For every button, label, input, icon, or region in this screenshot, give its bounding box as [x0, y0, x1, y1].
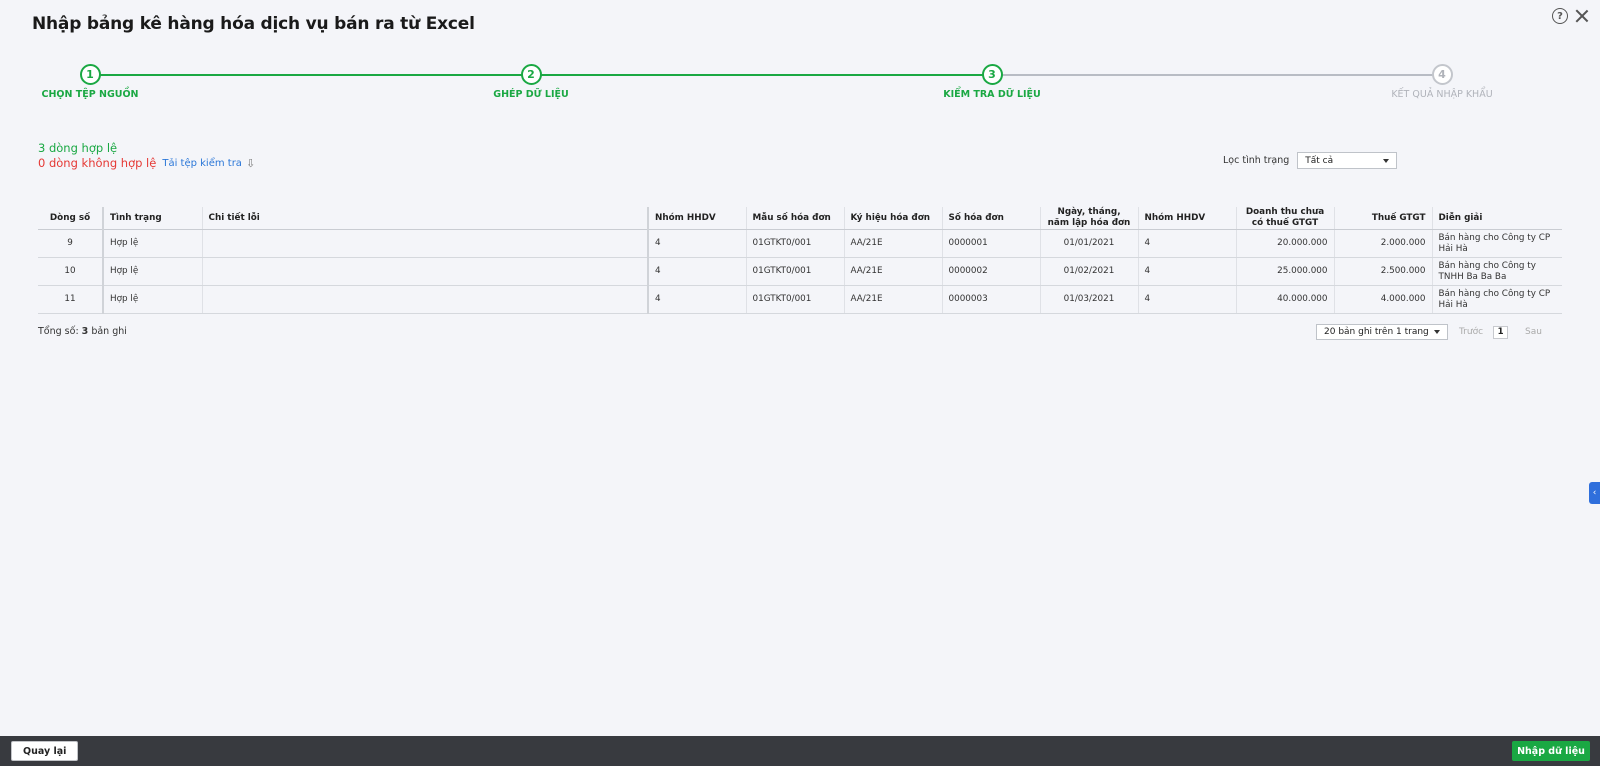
- cell-error: [201, 285, 648, 314]
- prev-page-button[interactable]: Trước: [1459, 327, 1483, 337]
- next-page-button[interactable]: Sau: [1525, 327, 1542, 337]
- download-icon: ⇩: [245, 156, 256, 170]
- cell-form: 01GTKT0/001: [745, 257, 844, 286]
- cell-date: 01/01/2021: [1039, 229, 1138, 258]
- page-number-button[interactable]: 1: [1493, 325, 1509, 339]
- close-icon[interactable]: [1574, 8, 1590, 24]
- check-data-table: Dòng số Tình trạng Chi tiết lỗi Nhóm HHD…: [38, 207, 1562, 314]
- bottom-action-bar: Quay lại Nhập dữ liệu: [0, 736, 1600, 766]
- import-data-button[interactable]: Nhập dữ liệu: [1512, 741, 1590, 761]
- chevron-left-icon[interactable]: ‹: [1589, 482, 1600, 504]
- col-error-detail: Chi tiết lỗi: [201, 207, 648, 230]
- step-check-data: 3 KIỂM TRA DỮ LIỆU: [902, 64, 1082, 100]
- cell-group-2: 4: [1137, 257, 1236, 286]
- table-row[interactable]: 11 Hợp lệ 4 01GTKT0/001 AA/21E 0000003 0…: [38, 285, 1562, 314]
- cell-vat: 2.500.000: [1333, 257, 1432, 286]
- cell-description: Bán hàng cho Công ty CP Hải Hà: [1431, 229, 1562, 258]
- step-label: KẾT QUẢ NHẬP KHẨU: [1391, 89, 1493, 100]
- back-button[interactable]: Quay lại: [11, 741, 79, 761]
- cell-vat: 2.000.000: [1333, 229, 1432, 258]
- status-filter-select[interactable]: Tất cả: [1297, 152, 1398, 169]
- cell-number: 0000001: [941, 229, 1040, 258]
- cell-status: Hợp lệ: [102, 285, 202, 314]
- cell-number: 0000002: [941, 257, 1040, 286]
- cell-group: 4: [647, 285, 746, 314]
- cell-form: 01GTKT0/001: [745, 285, 844, 314]
- cell-revenue: 25.000.000: [1235, 257, 1334, 286]
- col-invoice-number: Số hóa đơn: [941, 207, 1040, 230]
- cell-symbol: AA/21E: [843, 257, 942, 286]
- top-icons: ?: [1552, 8, 1590, 24]
- cell-status: Hợp lệ: [102, 257, 202, 286]
- cell-form: 01GTKT0/001: [745, 229, 844, 258]
- download-link-label: Tải tệp kiểm tra: [162, 157, 242, 169]
- cell-group: 4: [647, 229, 746, 258]
- total-prefix: Tổng số:: [38, 326, 82, 337]
- step-map-data: 2 GHÉP DỮ LIỆU: [441, 64, 621, 100]
- filter-label: Lọc tình trạng: [1223, 155, 1290, 166]
- valid-row-count: 3 dòng hợp lệ: [38, 141, 118, 155]
- status-filter: Lọc tình trạng Tất cả: [1223, 152, 1398, 169]
- help-icon[interactable]: ?: [1552, 8, 1568, 24]
- cell-group: 4: [647, 257, 746, 286]
- table-header-row: Dòng số Tình trạng Chi tiết lỗi Nhóm HHD…: [38, 207, 1562, 230]
- cell-number: 0000003: [941, 285, 1040, 314]
- invalid-row-count: 0 dòng không hợp lệ: [38, 156, 157, 170]
- step-number: 3: [981, 64, 1003, 85]
- col-description: Diễn giải: [1431, 207, 1562, 230]
- col-invoice-form: Mẫu số hóa đơn: [745, 207, 844, 230]
- col-vat: Thuế GTGT: [1333, 207, 1432, 230]
- col-goods-group-2: Nhóm HHDV: [1137, 207, 1236, 230]
- cell-description: Bán hàng cho Công ty CP Hải Hà: [1431, 285, 1562, 314]
- invalid-summary: 0 dòng không hợp lệ Tải tệp kiểm tra ⇩: [38, 156, 255, 170]
- chevron-down-icon: [1434, 330, 1440, 334]
- col-goods-group: Nhóm HHDV: [647, 207, 746, 230]
- chevron-down-icon: [1383, 158, 1390, 163]
- step-choose-source: 1 CHỌN TỆP NGUỒN: [0, 64, 180, 100]
- cell-description: Bán hàng cho Công ty TNHH Ba Ba Ba: [1431, 257, 1562, 286]
- step-import-result: 4 KẾT QUẢ NHẬP KHẨU: [1352, 64, 1532, 100]
- table-row[interactable]: 9 Hợp lệ 4 01GTKT0/001 AA/21E 0000001 01…: [38, 229, 1562, 258]
- step-label: KIỂM TRA DỮ LIỆU: [943, 89, 1041, 100]
- total-records: Tổng số: 3 bản ghi: [38, 326, 127, 337]
- cell-line: 9: [38, 229, 103, 258]
- step-number: 2: [520, 64, 542, 85]
- cell-line: 10: [38, 257, 103, 286]
- pagination: 20 bản ghi trên 1 trang Trước 1 Sau: [1316, 324, 1542, 340]
- download-check-file-link[interactable]: Tải tệp kiểm tra ⇩: [162, 157, 255, 170]
- cell-revenue: 20.000.000: [1235, 229, 1334, 258]
- step-number: 1: [79, 64, 101, 85]
- total-suffix: bản ghi: [88, 326, 127, 337]
- table-row[interactable]: 10 Hợp lệ 4 01GTKT0/001 AA/21E 0000002 0…: [38, 257, 1562, 286]
- cell-status: Hợp lệ: [102, 229, 202, 258]
- cell-revenue: 40.000.000: [1235, 285, 1334, 314]
- cell-symbol: AA/21E: [843, 285, 942, 314]
- step-label: GHÉP DỮ LIỆU: [493, 89, 569, 100]
- col-invoice-date: Ngày, tháng, năm lập hóa đơn: [1039, 207, 1138, 230]
- page-size-select[interactable]: 20 bản ghi trên 1 trang: [1316, 324, 1448, 340]
- cell-date: 01/03/2021: [1039, 285, 1138, 314]
- cell-vat: 4.000.000: [1333, 285, 1432, 314]
- dialog-title: Nhập bảng kê hàng hóa dịch vụ bán ra từ …: [32, 14, 475, 34]
- page-size-value: 20 bản ghi trên 1 trang: [1324, 327, 1429, 337]
- cell-line: 11: [38, 285, 103, 314]
- cell-error: [201, 229, 648, 258]
- cell-group-2: 4: [1137, 285, 1236, 314]
- col-revenue: Doanh thu chưa có thuế GTGT: [1235, 207, 1334, 230]
- cell-group-2: 4: [1137, 229, 1236, 258]
- step-number: 4: [1431, 64, 1453, 85]
- col-invoice-symbol: Ký hiệu hóa đơn: [843, 207, 942, 230]
- step-label: CHỌN TỆP NGUỒN: [41, 89, 139, 100]
- col-status: Tình trạng: [102, 207, 202, 230]
- cell-error: [201, 257, 648, 286]
- import-stepper: 1 CHỌN TỆP NGUỒN 2 GHÉP DỮ LIỆU 3 KIỂM T…: [0, 64, 1600, 104]
- filter-value: Tất cả: [1305, 155, 1334, 166]
- cell-date: 01/02/2021: [1039, 257, 1138, 286]
- col-line-number: Dòng số: [38, 207, 103, 230]
- cell-symbol: AA/21E: [843, 229, 942, 258]
